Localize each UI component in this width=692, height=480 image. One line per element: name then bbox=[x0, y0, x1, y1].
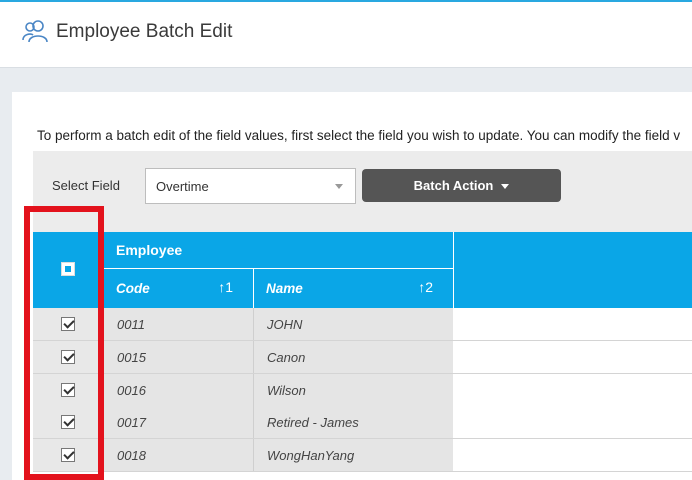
batch-action-label: Batch Action bbox=[413, 178, 494, 193]
caret-down-icon bbox=[501, 184, 510, 190]
name-cell: Wilson bbox=[253, 374, 453, 406]
column-label-code: Code bbox=[116, 281, 150, 296]
code-cell: 0017 bbox=[103, 406, 253, 438]
page-header: Employee Batch Edit bbox=[0, 2, 692, 68]
name-text: WongHanYang bbox=[267, 448, 355, 463]
name-text: JOHN bbox=[267, 317, 303, 332]
code-cell: 0015 bbox=[103, 341, 253, 373]
code-text: 0011 bbox=[117, 317, 145, 332]
code-cell: 0016 bbox=[103, 374, 253, 406]
code-text: 0018 bbox=[117, 448, 146, 463]
name-cell: JOHN bbox=[253, 308, 453, 340]
field-select[interactable]: Overtime bbox=[145, 168, 356, 204]
name-text: Retired - James bbox=[267, 415, 359, 430]
name-text: Canon bbox=[267, 350, 306, 365]
name-cell: WongHanYang bbox=[253, 439, 453, 471]
column-header-code[interactable]: Code ↑1 bbox=[103, 269, 253, 308]
code-text: 0017 bbox=[117, 415, 146, 430]
table-row[interactable]: 0016 Wilson bbox=[33, 374, 692, 407]
code-cell: 0018 bbox=[103, 439, 253, 471]
name-text: Wilson bbox=[267, 383, 306, 398]
chevron-down-icon bbox=[335, 184, 343, 189]
page-title: Employee Batch Edit bbox=[56, 21, 233, 42]
row-filler bbox=[453, 439, 692, 471]
table-row[interactable]: 0017 Retired - James bbox=[33, 406, 692, 439]
users-icon bbox=[20, 18, 50, 44]
employee-group-header: Employee bbox=[103, 232, 453, 269]
sort-asc-icon[interactable]: ↑1 bbox=[218, 279, 233, 295]
table-row[interactable]: 0011 JOHN bbox=[33, 308, 692, 341]
header-filler bbox=[453, 232, 692, 308]
column-label-name: Name bbox=[266, 281, 303, 296]
instructions-text: To perform a batch edit of the field val… bbox=[37, 128, 681, 143]
code-text: 0016 bbox=[117, 383, 146, 398]
row-filler bbox=[453, 308, 692, 340]
code-cell: 0011 bbox=[103, 308, 253, 340]
field-select-value: Overtime bbox=[156, 179, 209, 194]
sort-asc-icon[interactable]: ↑2 bbox=[418, 279, 433, 295]
row-filler bbox=[453, 341, 692, 373]
batch-action-button[interactable]: Batch Action bbox=[362, 169, 561, 202]
employee-group-label: Employee bbox=[116, 242, 183, 258]
name-cell: Canon bbox=[253, 341, 453, 373]
checkbox-column-highlight bbox=[24, 206, 104, 480]
table-row[interactable]: 0018 WongHanYang bbox=[33, 439, 692, 472]
row-filler bbox=[453, 406, 692, 438]
select-field-label: Select Field bbox=[52, 178, 120, 193]
code-text: 0015 bbox=[117, 350, 146, 365]
column-header-name[interactable]: Name ↑2 bbox=[253, 269, 453, 308]
row-filler bbox=[453, 374, 692, 406]
table-row[interactable]: 0015 Canon bbox=[33, 341, 692, 374]
name-cell: Retired - James bbox=[253, 406, 453, 438]
